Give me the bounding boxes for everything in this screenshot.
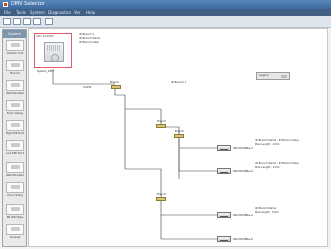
new-file-icon[interactable] [3, 18, 11, 25]
main-pipe-label: 0.0kW [83, 86, 92, 89]
branch-label: Branch [157, 193, 167, 196]
palette-label: Low ESP Duct [6, 152, 24, 155]
indoor-unit-icon[interactable] [217, 145, 231, 151]
palette-wall-mounted-icon[interactable] [6, 80, 24, 91]
palette-floor-hiding-icon[interactable] [6, 182, 24, 193]
report-icon[interactable] [45, 18, 53, 25]
menu-diagnostics[interactable]: Diagnostics [48, 9, 71, 16]
print-icon[interactable] [33, 18, 41, 25]
indoor-unit-detail: ID Branch Name : ID Branch label [255, 139, 299, 142]
palette-floor-ceiling-icon[interactable] [6, 100, 24, 111]
palette-label: High ESP Duct [5, 132, 25, 135]
legend-swatch [281, 75, 287, 78]
outdoor-unit-name: System_DMV [37, 70, 54, 73]
branch-label: Branch [157, 120, 167, 123]
outdoor-unit-model: DMV-D340WT [36, 35, 54, 38]
indoor-unit-name: Wall RHAEBw-A [233, 147, 253, 150]
palette-label: Outdoor Unit [6, 52, 24, 55]
app-icon [3, 2, 8, 7]
branch-label: Branch [175, 130, 185, 133]
indoor-unit-name: Wall RHAEBw-A [233, 170, 253, 173]
component-palette: System Outdoor Unit Branch Wall Mounted … [2, 29, 27, 247]
palette-label: Console [9, 236, 21, 239]
menu-system[interactable]: System [30, 9, 45, 16]
branch-label: Branch [110, 81, 120, 84]
palette-outdoor-unit-icon[interactable] [6, 40, 24, 51]
branch-joint-icon[interactable] [111, 85, 121, 89]
outdoor-unit-icon [44, 42, 64, 62]
indoor-unit-detail: Pipe length : 0.0m [255, 211, 279, 214]
menu-tools[interactable]: Tools [16, 9, 26, 16]
indoor-unit-detail: Pipe Length : 0.0m [255, 143, 280, 146]
palette-header: System [3, 30, 26, 38]
outdoor-detail: ID Branch label [79, 41, 99, 44]
indoor-unit-name: Wall RHAEBw-A [233, 238, 253, 241]
legend-box[interactable]: Legend [256, 72, 290, 80]
palette-wall-mounted-2-icon[interactable] [6, 162, 24, 173]
branch-joint-icon[interactable] [156, 124, 166, 128]
branch-joint-icon[interactable] [174, 134, 184, 138]
palette-low-esp-duct-icon[interactable] [6, 140, 24, 151]
outdoor-unit-card[interactable]: DMV-D340WT [34, 33, 72, 68]
indoor-unit-icon[interactable] [217, 212, 231, 218]
indoor-unit-name: Wall RHAEBw-A [233, 214, 253, 217]
palette-branch-icon[interactable] [6, 60, 24, 71]
app-window: DMV Selector File Tools System Diagnosti… [0, 0, 331, 249]
menu-file[interactable]: File [4, 9, 11, 16]
palette-label: Floor Hiding [7, 194, 23, 197]
palette-label: Branch [10, 72, 20, 75]
branch-info-label: ID Branch 1 [171, 81, 187, 84]
indoor-unit-detail: Pipe Length : 0.0m [255, 166, 280, 169]
palette-wall-type-icon[interactable] [6, 204, 24, 215]
palette-label: PN Wall Type [6, 216, 24, 219]
indoor-unit-icon[interactable] [217, 236, 231, 242]
open-folder-icon[interactable] [13, 18, 21, 25]
palette-label: Floor Celling [6, 112, 24, 115]
outdoor-info: ID Branch 1 [79, 33, 95, 36]
branch-joint-icon[interactable] [156, 197, 166, 201]
indoor-unit-detail: ID Branch Name [255, 207, 277, 210]
palette-label: Wall Mounted [6, 174, 24, 177]
palette-console-icon[interactable] [6, 224, 24, 235]
menu-bar: File Tools System Diagnostics Ver Help [0, 9, 331, 16]
title-bar: DMV Selector [0, 0, 331, 9]
indoor-unit-detail: ID Branch Name : ID Branch label [255, 162, 299, 165]
legend-label: Legend [259, 74, 269, 77]
outdoor-detail: ID Branch Name [79, 37, 101, 40]
indoor-unit-icon[interactable] [217, 168, 231, 174]
menu-help[interactable]: Help [86, 9, 95, 16]
toolbar [0, 16, 331, 28]
save-icon[interactable] [23, 18, 31, 25]
window-title: DMV Selector [11, 1, 45, 7]
palette-high-esp-duct-icon[interactable] [6, 120, 24, 131]
system-diagram-canvas[interactable]: DMV-D340WT System_DMV ID Branch 1 ID Bra… [28, 28, 328, 247]
palette-label: Wall Mounted [6, 92, 24, 95]
menu-ver[interactable]: Ver [74, 9, 81, 16]
